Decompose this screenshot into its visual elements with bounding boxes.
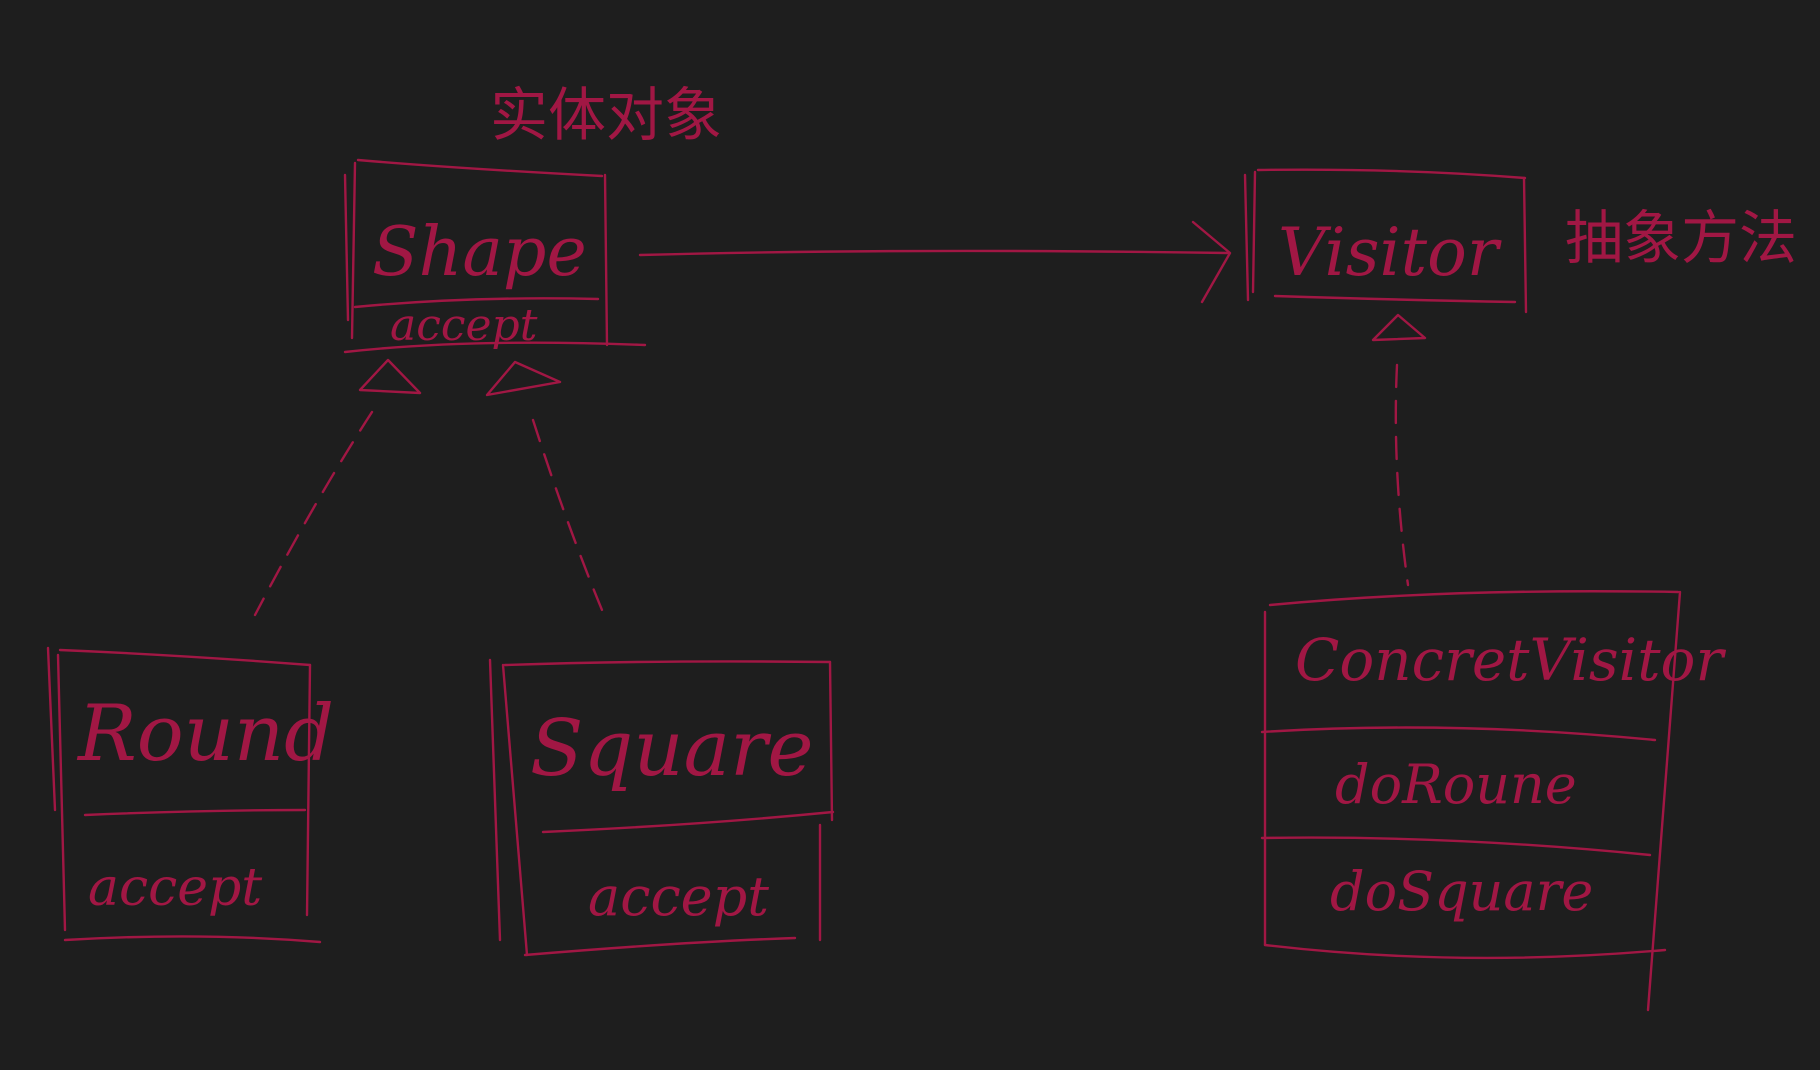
square-box-divider	[541, 810, 835, 834]
visitor-class-box: Visitor	[1243, 168, 1528, 314]
visitor-box-left-edge	[1243, 173, 1250, 302]
visitor-box-right-edge	[1522, 176, 1528, 314]
concretvisitor-to-visitor-dashed-line	[1394, 363, 1410, 587]
concretvisitor-class-name: ConcretVisitor	[1295, 626, 1726, 694]
visitor-box-inner-left-edge	[1251, 170, 1257, 294]
round-class-name: Round	[76, 689, 334, 779]
shape-class-name: Shape	[372, 213, 587, 292]
round-class-box: Round accept	[46, 646, 334, 944]
concretvisitor-box-divider-2	[1260, 836, 1652, 857]
visitor-class-name: Visitor	[1278, 214, 1502, 291]
shape-left-triangle-arrow	[358, 358, 422, 395]
square-class-box: Square accept	[488, 658, 835, 957]
square-to-shape-dashed-line	[531, 418, 604, 612]
concretvisitor-method-doroune: doRoune	[1335, 753, 1577, 816]
square-box-left-edge	[488, 658, 502, 942]
square-box-inner-left-edge	[501, 663, 529, 957]
visitor-box-top-edge	[1256, 168, 1527, 180]
entity-object-annotation: 实体对象	[490, 81, 722, 149]
class-diagram: 实体对象 抽象方法 Shape accept Visitor Round acc…	[46, 81, 1797, 1012]
shape-to-visitor-arrow-line	[638, 249, 1230, 257]
shape-method-accept: accept	[390, 300, 538, 351]
round-box-inner-left-edge	[56, 653, 67, 932]
shape-box-right-edge	[603, 173, 609, 347]
abstract-method-annotation: 抽象方法	[1565, 204, 1797, 272]
square-method-accept: accept	[588, 865, 769, 928]
round-box-top-edge	[58, 648, 312, 667]
square-class-name: Square	[530, 704, 814, 794]
concretvisitor-method-dosquare: doSquare	[1330, 860, 1593, 923]
concretvisitor-box-bottom-edge	[1263, 943, 1667, 960]
shape-box-inner-left-edge	[350, 161, 357, 340]
round-method-accept: accept	[88, 858, 262, 918]
shape-right-triangle-arrow	[485, 360, 562, 397]
visitor-triangle-arrow	[1371, 313, 1427, 342]
square-box-right-edge	[828, 660, 834, 822]
square-box-bottom-edge	[523, 936, 797, 957]
square-box-top-edge	[503, 660, 832, 667]
round-box-divider	[83, 808, 307, 817]
concretvisitor-class-box: ConcretVisitor doRoune doSquare	[1260, 590, 1726, 1012]
round-box-left-edge	[46, 646, 57, 812]
round-to-shape-dashed-line	[253, 410, 374, 617]
shape-class-box: Shape accept	[343, 158, 647, 354]
round-box-bottom-edge	[63, 935, 322, 944]
shape-box-top-edge	[356, 158, 604, 178]
concretvisitor-box-divider-1	[1260, 726, 1657, 742]
visitor-box-bottom-edge	[1273, 294, 1517, 304]
shape-to-visitor-arrowhead	[1191, 220, 1232, 304]
concretvisitor-box-top-edge	[1268, 590, 1680, 607]
diagram-canvas: 实体对象 抽象方法 Shape accept Visitor Round acc…	[0, 0, 1820, 1070]
shape-box-left-edge	[343, 173, 350, 322]
